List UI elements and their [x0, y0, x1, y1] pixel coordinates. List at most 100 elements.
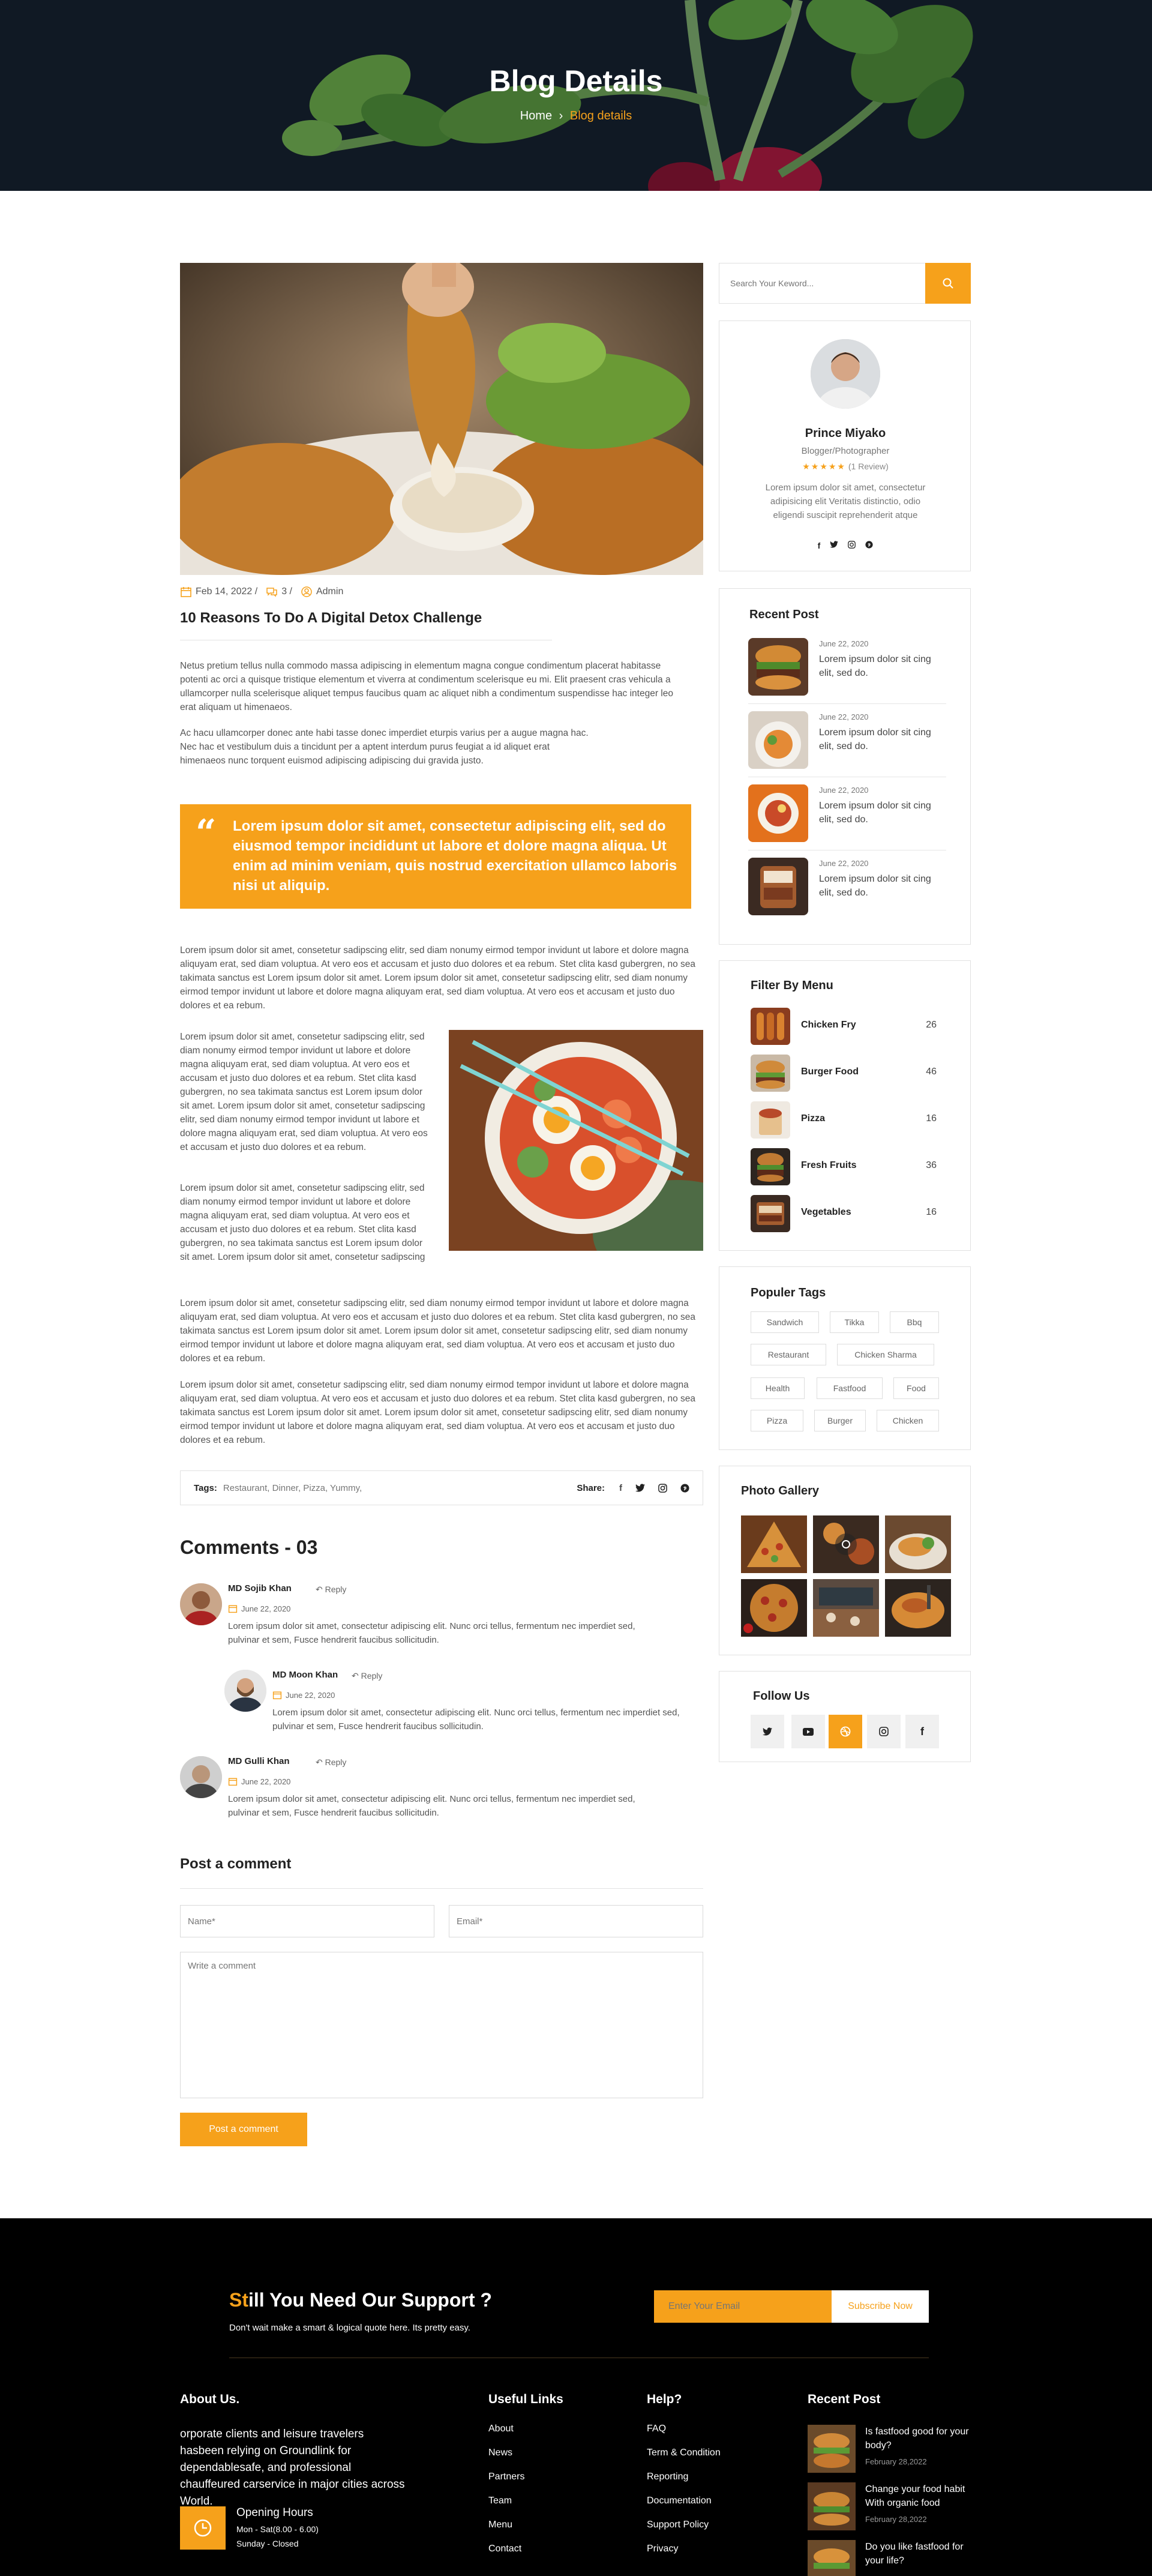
tag-item[interactable]: Chicken: [877, 1410, 939, 1431]
tag-item[interactable]: Health: [751, 1377, 805, 1399]
gallery-image[interactable]: [885, 1579, 951, 1637]
reply-icon: ↶: [352, 1671, 361, 1681]
subscribe-button[interactable]: Subscribe Now: [832, 2290, 929, 2323]
twitter-icon[interactable]: [751, 1715, 784, 1748]
twitter-icon[interactable]: [635, 1484, 645, 1492]
tag-item[interactable]: Burger: [814, 1410, 866, 1431]
gallery-image[interactable]: [741, 1579, 807, 1637]
recent-post-item[interactable]: June 22, 2020 Lorem ipsum dolor sit cing…: [748, 638, 946, 704]
tags-list[interactable]: Restaurant, Dinner, Pizza, Yummy,: [223, 1483, 362, 1493]
recent-post-item[interactable]: June 22, 2020 Lorem ipsum dolor sit cing…: [748, 711, 946, 777]
post-paragraph-6: Lorem ipsum dolor sit amet, consetetur s…: [180, 1298, 696, 1364]
post-author[interactable]: Admin: [316, 586, 343, 597]
footer-recent-thumb: [808, 2482, 856, 2530]
breadcrumb-home[interactable]: Home: [520, 109, 552, 122]
instagram-icon[interactable]: [867, 1715, 901, 1748]
popular-tags-title: Populer Tags: [751, 1286, 826, 1299]
page-title: Blog Details: [489, 64, 663, 98]
dribbble-icon[interactable]: [829, 1715, 862, 1748]
post-comment-button[interactable]: Post a comment: [180, 2113, 307, 2146]
footer-link-menu[interactable]: Menu: [488, 2520, 512, 2530]
search-input[interactable]: [719, 263, 926, 303]
footer-link-documentation[interactable]: Documentation: [647, 2496, 712, 2506]
tag-item[interactable]: Fastfood: [817, 1377, 883, 1399]
hours-title: Opening Hours: [236, 2506, 313, 2519]
name-field[interactable]: [180, 1905, 434, 1937]
tag-item[interactable]: Food: [893, 1377, 939, 1399]
post-paragraph-2-line: Nec hac et vestibulum duis a tincidunt p…: [180, 742, 550, 752]
post-comment-count: 3 /: [281, 586, 292, 597]
facebook-icon[interactable]: f: [905, 1715, 939, 1748]
quote-text: Lorem ipsum dolor sit amet, consectetur …: [233, 818, 677, 894]
recent-post-item[interactable]: June 22, 2020 Lorem ipsum dolor sit cing…: [748, 858, 946, 924]
comment-textarea[interactable]: [180, 1952, 703, 2098]
tag-item[interactable]: Sandwich: [751, 1311, 819, 1333]
footer-link-news[interactable]: News: [488, 2448, 512, 2458]
filter-menu-item[interactable]: Burger Food 46: [751, 1055, 943, 1093]
footer-recent-item[interactable]: Is fastfood good for your body? February…: [808, 2425, 976, 2475]
post-paragraph-2-line: himenaeos nunc torquent euismod adipisci…: [180, 756, 484, 766]
footer-recent-text: Is fastfood good for your body?: [865, 2427, 969, 2451]
filter-menu-count: 26: [926, 1020, 937, 1030]
gallery-image[interactable]: [813, 1515, 879, 1573]
instagram-icon[interactable]: [658, 1483, 667, 1493]
footer-recent-text: Do you like fastfood for your life?: [865, 2542, 964, 2566]
filter-menu-count: 36: [926, 1160, 937, 1170]
reply-label: Reply: [325, 1757, 347, 1767]
post-date: Feb 14, 2022 /: [196, 586, 258, 597]
email-field[interactable]: [449, 1905, 703, 1937]
footer-link-contact[interactable]: Contact: [488, 2544, 521, 2554]
tag-item[interactable]: Chicken Sharma: [837, 1344, 934, 1365]
pinterest-icon[interactable]: [865, 541, 873, 549]
footer-link-reporting[interactable]: Reporting: [647, 2472, 688, 2482]
footer-link-partners[interactable]: Partners: [488, 2472, 524, 2482]
footer-link-terms[interactable]: Term & Condition: [647, 2448, 721, 2458]
reply-button[interactable]: ↶ Reply: [316, 1757, 346, 1768]
useful-links-title: Useful Links: [488, 2392, 563, 2406]
filter-menu-name: Burger Food: [801, 1067, 859, 1077]
avatar: [224, 1670, 266, 1712]
tag-item[interactable]: Restaurant: [751, 1344, 826, 1365]
twitter-icon[interactable]: [830, 541, 839, 548]
footer-link-about[interactable]: About: [488, 2424, 514, 2434]
recent-post-item[interactable]: June 22, 2020 Lorem ipsum dolor sit cing…: [748, 784, 946, 850]
footer-link-support-policy[interactable]: Support Policy: [647, 2520, 709, 2530]
footer-link-privacy[interactable]: Privacy: [647, 2544, 678, 2554]
pinterest-icon[interactable]: [680, 1483, 689, 1493]
gallery-image[interactable]: [885, 1515, 951, 1573]
facebook-icon[interactable]: f: [619, 1483, 622, 1493]
footer-link-team[interactable]: Team: [488, 2496, 512, 2506]
filter-menu-item[interactable]: Vegetables 16: [751, 1195, 943, 1233]
filter-menu-item[interactable]: Pizza 16: [751, 1101, 943, 1140]
gallery-image[interactable]: [741, 1515, 807, 1573]
reply-button[interactable]: ↶ Reply: [316, 1584, 346, 1595]
footer-recent-item[interactable]: Change your food habit With organic food…: [808, 2482, 976, 2533]
filter-menu-item[interactable]: Chicken Fry 26: [751, 1008, 943, 1046]
tag-item[interactable]: Tikka: [830, 1311, 879, 1333]
tag-item[interactable]: Pizza: [751, 1410, 803, 1431]
post-meta: Feb 14, 2022 / 3 / Admin: [180, 585, 703, 599]
reply-button[interactable]: ↶ Reply: [352, 1671, 382, 1681]
facebook-icon[interactable]: f: [818, 541, 821, 550]
instagram-icon[interactable]: [848, 541, 856, 549]
user-icon: [301, 586, 312, 597]
tag-item[interactable]: Bbq: [890, 1311, 939, 1333]
search-button[interactable]: [925, 263, 971, 304]
author-social: f: [719, 541, 971, 550]
reply-label: Reply: [325, 1584, 347, 1594]
breadcrumb: Home › Blog details: [0, 109, 1152, 123]
filter-menu-name: Fresh Fruits: [801, 1160, 857, 1170]
follow-us-widget: Follow Us f: [719, 1671, 971, 1762]
footer-email-input[interactable]: [654, 2290, 832, 2323]
comment-date-text: June 22, 2020: [241, 1604, 291, 1613]
recent-post-text: Lorem ipsum dolor sit cing elit, sed do.: [819, 727, 931, 751]
post-title: 10 Reasons To Do A Digital Detox Challen…: [180, 610, 482, 626]
hours-sunday: Sunday - Closed: [236, 2539, 299, 2548]
footer-recent-item[interactable]: Do you like fastfood for your life?: [808, 2540, 976, 2576]
filter-menu-item[interactable]: Fresh Fruits 36: [751, 1148, 943, 1187]
youtube-icon[interactable]: [791, 1715, 825, 1748]
author-rating: ★★★★★ (1 Review): [719, 462, 971, 472]
footer-link-faq[interactable]: FAQ: [647, 2424, 666, 2434]
comment-form-title: Post a comment: [180, 1856, 292, 1872]
gallery-image[interactable]: [813, 1579, 879, 1637]
